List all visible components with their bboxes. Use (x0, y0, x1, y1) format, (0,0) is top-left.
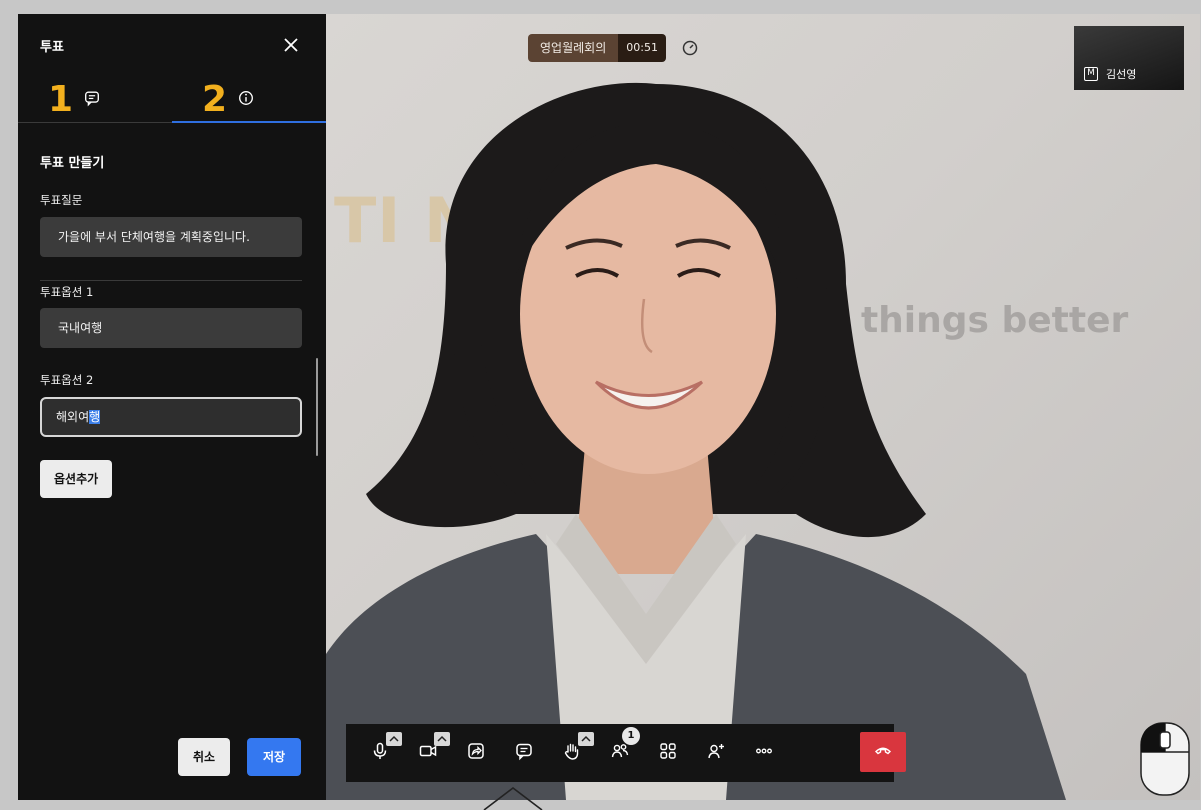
raise-hand-button[interactable] (548, 724, 596, 782)
meeting-info-pill: 영업월례회의 00:51 (528, 34, 666, 62)
panel-title: 투표 (40, 40, 64, 55)
active-tab-indicator (172, 121, 326, 123)
chevron-up-icon[interactable] (578, 732, 594, 746)
option2-composing-char: 행 (89, 410, 101, 424)
tab-chat[interactable]: 1 (48, 76, 101, 124)
end-call-icon (873, 740, 893, 764)
participants-count-badge: 1 (622, 727, 640, 745)
grid-view-button[interactable] (644, 724, 692, 782)
end-call-button[interactable] (860, 732, 906, 772)
more-icon (754, 741, 774, 765)
share-screen-icon (466, 741, 486, 765)
mouse-left-click-icon (1140, 722, 1190, 796)
self-view-name: 김선영 (1106, 68, 1137, 81)
divider (40, 280, 302, 281)
chat-icon (514, 741, 534, 765)
connection-speed-icon[interactable] (680, 38, 700, 58)
question-field[interactable]: 가을에 부서 단체여행을 계획중입니다. (40, 217, 302, 257)
tab-info[interactable]: 2 (202, 76, 255, 124)
invite-icon (706, 741, 726, 765)
more-button[interactable] (740, 724, 788, 782)
section-heading: 투표 만들기 (40, 156, 105, 171)
share-screen-button[interactable] (452, 724, 500, 782)
chevron-up-icon[interactable] (386, 732, 402, 746)
option2-text: 해외여 (56, 410, 90, 424)
question-label: 투표질문 (40, 193, 83, 207)
meeting-toolbar: 1 (346, 724, 906, 782)
chat-button[interactable] (500, 724, 548, 782)
chat-icon (83, 89, 101, 111)
microphone-button[interactable] (356, 724, 404, 782)
option2-label: 투표옵션 2 (40, 373, 94, 387)
host-badge: M (1084, 67, 1098, 81)
grid-view-icon (658, 741, 678, 765)
option1-label: 투표옵션 1 (40, 285, 94, 299)
self-view-tile[interactable]: M 김선영 (1074, 26, 1184, 90)
tab-number-1: 1 (48, 79, 74, 120)
close-icon[interactable] (280, 34, 302, 56)
meeting-title: 영업월례회의 (528, 34, 619, 62)
option1-field[interactable]: 국내여행 (40, 308, 302, 348)
invite-button[interactable] (692, 724, 740, 782)
panel-scrollbar[interactable] (316, 358, 318, 456)
info-icon (237, 89, 255, 111)
save-button[interactable]: 저장 (247, 738, 301, 776)
participants-button[interactable]: 1 (596, 724, 644, 782)
self-view-label: M 김선영 (1084, 66, 1136, 82)
participants-icon (610, 741, 630, 765)
video-stage: TI N GROUP e things better (326, 14, 1200, 800)
app-window: TI N GROUP e things better (18, 14, 1200, 800)
add-option-button[interactable]: 옵션추가 (40, 460, 113, 498)
meeting-timer: 00:51 (618, 34, 666, 62)
chevron-up-icon[interactable] (434, 732, 450, 746)
tab-number-2: 2 (202, 79, 228, 120)
participant-video (326, 82, 1066, 800)
option2-field[interactable]: 해외여행 (40, 397, 302, 437)
camera-button[interactable] (404, 724, 452, 782)
cancel-button[interactable]: 취소 (178, 738, 230, 776)
poll-panel: 투표 1 2 투표 만들기 투표질문 가을에 부서 단체여행을 계획중입니다. … (18, 14, 326, 800)
toolbar-toggle-caret-icon[interactable] (480, 782, 546, 810)
